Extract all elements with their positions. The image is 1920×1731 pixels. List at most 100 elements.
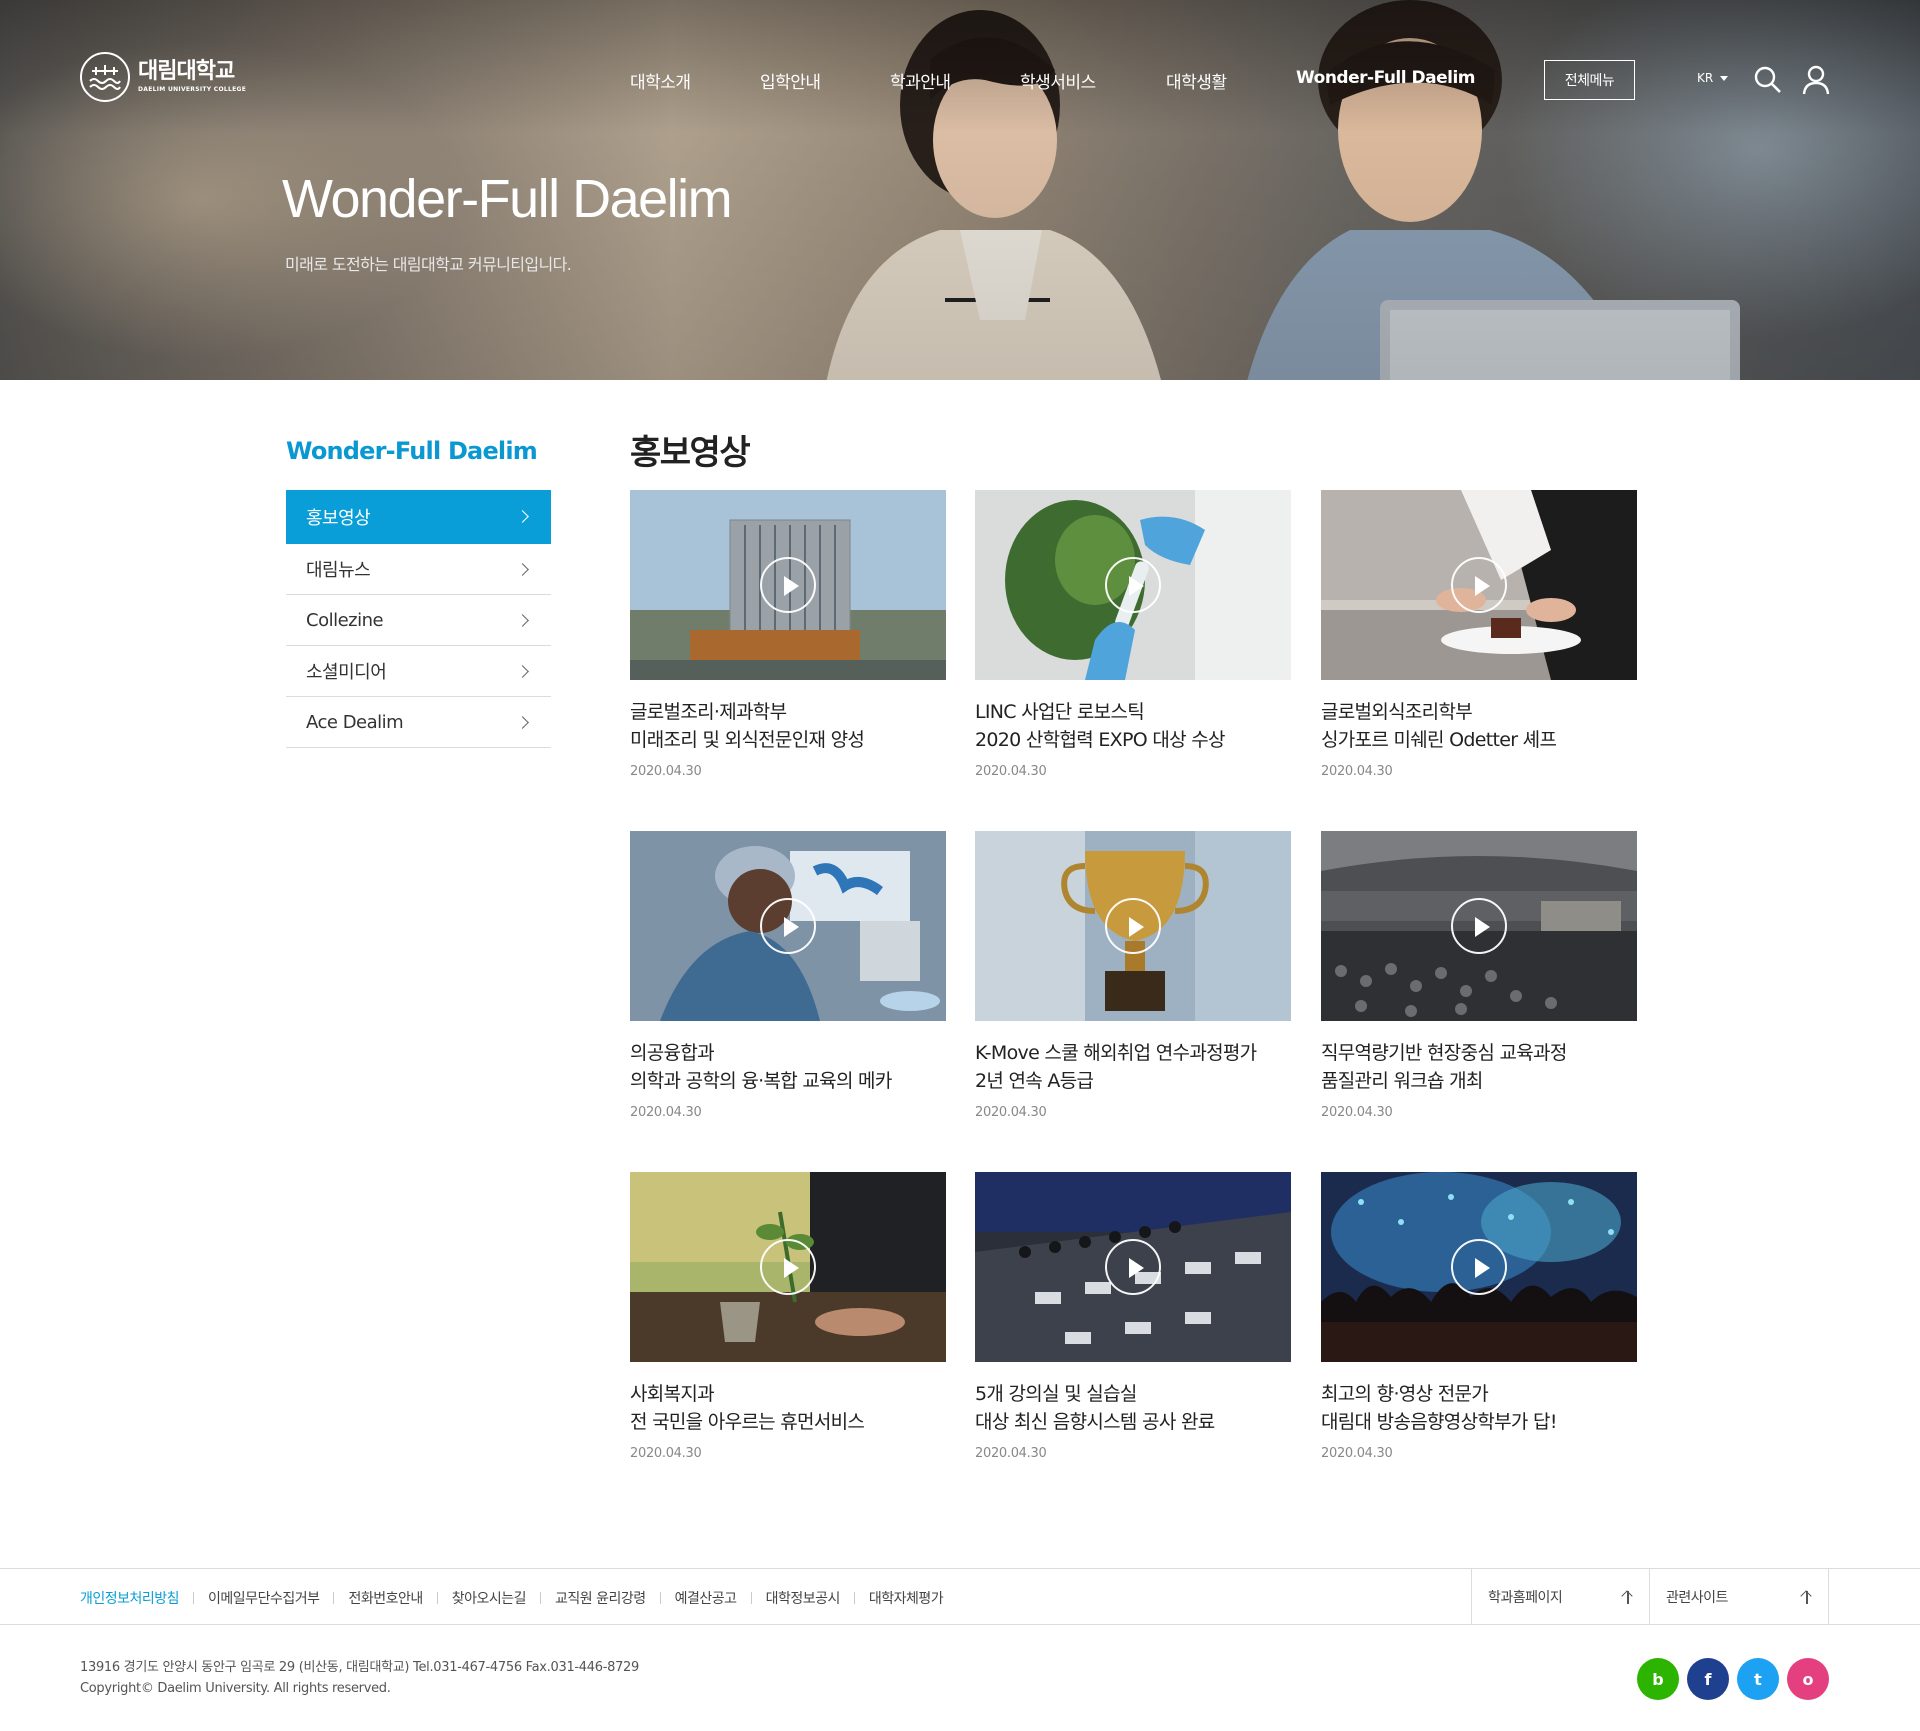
video-title-line2: 품질관리 워크숍 개최 (1321, 1070, 1483, 1092)
nav-item-departments[interactable]: 학과안내 (890, 68, 951, 93)
language-selector[interactable]: KR (1697, 71, 1729, 85)
footer-link-budget[interactable]: 예결산공고 (675, 1588, 737, 1608)
hero-subtitle: 미래로 도전하는 대림대학교 커뮤니티입니다. (285, 255, 572, 274)
facebook-icon[interactable]: f (1687, 1658, 1729, 1700)
divider (659, 1592, 661, 1604)
footer-copyright: Copyright© Daelim University. All rights… (80, 1681, 391, 1696)
select-label: 관련사이트 (1666, 1589, 1728, 1606)
related-sites-select[interactable]: 관련사이트 (1649, 1569, 1829, 1624)
chevron-right-icon (516, 664, 529, 678)
chevron-right-icon (516, 510, 529, 523)
video-title-line1: 최고의 향·영상 전문가 (1321, 1383, 1489, 1405)
video-title-line1: 직무역량기반 현장중심 교육과정 (1321, 1042, 1567, 1064)
video-date: 2020.04.30 (630, 1105, 702, 1120)
footer-link-email-refusal[interactable]: 이메일무단수집거부 (208, 1588, 320, 1608)
chevron-right-icon (516, 613, 529, 627)
video-date: 2020.04.30 (1321, 764, 1393, 779)
video-title-line1: 사회복지과 (630, 1383, 715, 1405)
twitter-icon[interactable]: t (1737, 1658, 1779, 1700)
footer-link-phone[interactable]: 전화번호안내 (348, 1588, 423, 1608)
video-title-line1: 의공융합과 (630, 1042, 715, 1064)
video-title-line2: 미래조리 및 외식전문인재 양성 (630, 729, 865, 751)
video-card[interactable]: K-Move 스쿨 해외취업 연수과정평가 2년 연속 A등급 2020.04.… (975, 831, 1291, 1120)
divider (540, 1592, 542, 1604)
footer-link-ethics[interactable]: 교직원 윤리강령 (555, 1588, 646, 1608)
video-card[interactable]: 최고의 향·영상 전문가 대림대 방송음향영상학부가 답! 2020.04.30 (1321, 1172, 1637, 1461)
video-thumbnail-lab[interactable] (975, 490, 1291, 680)
site-logo[interactable]: 대림대학교 DAELIM UNIVERSITY COLLEGE (80, 52, 246, 102)
nav-item-student-service[interactable]: 학생서비스 (1020, 68, 1096, 93)
video-thumbnail-concert[interactable] (1321, 1172, 1637, 1362)
sidebar-item-promo-video[interactable]: 홍보영상 (286, 490, 551, 544)
arrow-up-icon (1800, 1590, 1814, 1604)
nav-item-about[interactable]: 대학소개 (630, 68, 691, 93)
nav-item-admission[interactable]: 입학안내 (760, 68, 821, 93)
video-title-line1: 글로벌외식조리학부 (1321, 701, 1473, 723)
play-icon (1105, 898, 1161, 954)
video-title-line2: 싱가포르 미쉐린 Odetter 셰프 (1321, 729, 1557, 751)
divider (750, 1592, 752, 1604)
select-label: 학과홈페이지 (1488, 1589, 1563, 1606)
footer-link-disclosure[interactable]: 대학정보공시 (766, 1588, 841, 1608)
sidebar-item-label: 대림뉴스 (306, 560, 371, 581)
video-date: 2020.04.30 (630, 764, 702, 779)
footer-link-self-evaluation[interactable]: 대학자체평가 (869, 1588, 944, 1608)
divider (436, 1592, 438, 1604)
footer-links: 개인정보처리방침 이메일무단수집거부 전화번호안내 찾아오시는길 교직원 윤리강… (80, 1588, 944, 1608)
video-date: 2020.04.30 (1321, 1446, 1393, 1461)
sidebar-item-daelim-news[interactable]: 대림뉴스 (286, 544, 551, 595)
video-date: 2020.04.30 (975, 764, 1047, 779)
language-label: KR (1697, 71, 1714, 85)
video-card[interactable]: 5개 강의실 및 실습실 대상 최신 음향시스템 공사 완료 2020.04.3… (975, 1172, 1291, 1461)
logo-mark-icon (80, 52, 130, 102)
nav-item-campus-life[interactable]: 대학생활 (1166, 68, 1227, 93)
video-date: 2020.04.30 (975, 1446, 1047, 1461)
sidebar-item-collezine[interactable]: Collezine (286, 595, 551, 646)
video-thumbnail-medical[interactable] (630, 831, 946, 1021)
site-header: 대림대학교 DAELIM UNIVERSITY COLLEGE 대학소개 입학안… (0, 0, 1920, 160)
video-thumbnail-chef[interactable] (1321, 490, 1637, 680)
divider (193, 1592, 195, 1604)
video-title-line2: 대상 최신 음향시스템 공사 완료 (975, 1411, 1215, 1433)
divider (853, 1592, 855, 1604)
video-thumbnail-trophy[interactable] (975, 831, 1291, 1021)
divider (333, 1592, 335, 1604)
video-thumbnail-mixer[interactable] (975, 1172, 1291, 1362)
video-card[interactable]: LINC 사업단 로보스틱 2020 산학협력 EXPO 대상 수상 2020.… (975, 490, 1291, 779)
all-menu-button[interactable]: 전체메뉴 (1544, 60, 1635, 100)
video-title-line2: 전 국민을 아우르는 휴먼서비스 (630, 1411, 865, 1433)
play-icon (1105, 557, 1161, 613)
play-icon (1105, 1239, 1161, 1295)
search-icon[interactable] (1754, 66, 1782, 94)
blog-icon[interactable]: b (1637, 1658, 1679, 1700)
video-card[interactable]: 글로벌외식조리학부 싱가포르 미쉐린 Odetter 셰프 2020.04.30 (1321, 490, 1637, 779)
video-card[interactable]: 의공융합과 의학과 공학의 융·복합 교육의 메카 2020.04.30 (630, 831, 946, 1120)
sidebar-item-social-media[interactable]: 소셜미디어 (286, 646, 551, 697)
video-thumbnail-building[interactable] (630, 490, 946, 680)
sidebar-item-label: 소셜미디어 (306, 662, 387, 683)
sidebar-item-ace-dealim[interactable]: Ace Dealim (286, 697, 551, 748)
footer-link-privacy[interactable]: 개인정보처리방침 (80, 1588, 180, 1608)
sidebar-item-label: Ace Dealim (306, 711, 404, 733)
video-card[interactable]: 사회복지과 전 국민을 아우르는 휴먼서비스 2020.04.30 (630, 1172, 946, 1461)
nav-item-wonderfull[interactable]: Wonder-Full Daelim (1296, 68, 1476, 88)
department-homepage-select[interactable]: 학과홈페이지 (1471, 1569, 1649, 1624)
video-card[interactable]: 직무역량기반 현장중심 교육과정 품질관리 워크숍 개최 2020.04.30 (1321, 831, 1637, 1120)
video-date: 2020.04.30 (1321, 1105, 1393, 1120)
footer-address: 13916 경기도 안양시 동안구 임곡로 29 (비산동, 대림대학교) Te… (80, 1660, 639, 1675)
play-icon (1451, 557, 1507, 613)
play-icon (1451, 898, 1507, 954)
page-title: 홍보영상 (630, 433, 751, 473)
instagram-icon[interactable]: o (1787, 1658, 1829, 1700)
footer-link-directions[interactable]: 찾아오시는길 (452, 1588, 527, 1608)
video-title-line2: 2020 산학협력 EXPO 대상 수상 (975, 729, 1225, 751)
video-thumbnail-hall[interactable] (1321, 831, 1637, 1021)
video-title-line1: 글로벌조리·제과학부 (630, 701, 787, 723)
play-icon (1451, 1239, 1507, 1295)
video-date: 2020.04.30 (630, 1446, 702, 1461)
user-icon[interactable] (1802, 65, 1830, 95)
sidebar-title: Wonder-Full Daelim (286, 437, 538, 465)
video-card[interactable]: 글로벌조리·제과학부 미래조리 및 외식전문인재 양성 2020.04.30 (630, 490, 946, 779)
video-thumbnail-plant[interactable] (630, 1172, 946, 1362)
play-icon (760, 898, 816, 954)
